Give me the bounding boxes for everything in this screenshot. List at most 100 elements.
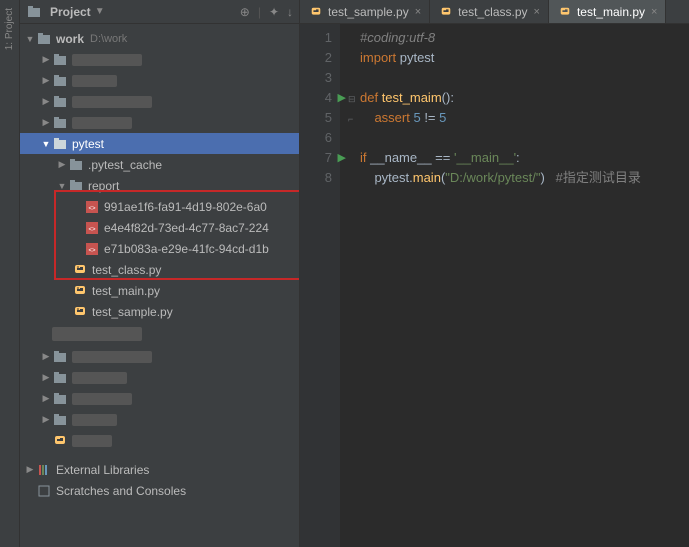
html-icon: <> (84, 220, 100, 236)
collapse-arrow-icon[interactable]: ▶ (40, 393, 52, 404)
tree-folder[interactable]: ▶ (20, 49, 299, 70)
file-label: e4e4f82d-73ed-4c77-8ac7-224 (104, 221, 269, 235)
tab-label: test_sample.py (328, 5, 409, 19)
line-number: 2 (300, 48, 332, 68)
strip-index: 1: Project (4, 8, 15, 50)
tree-folder-cache[interactable]: ▶ .pytest_cache (20, 154, 299, 175)
tree-file-py[interactable]: test_main.py (20, 280, 299, 301)
project-tree[interactable]: ▼ work D:\work ▶ ▶ ▶ ▶ ▼ pytest ▶ .pytes… (20, 24, 299, 547)
close-icon[interactable]: × (651, 6, 657, 18)
folder-icon (52, 391, 68, 407)
collapse-arrow-icon[interactable]: ▶ (40, 75, 52, 86)
collapse-arrow-icon[interactable]: ▶ (56, 159, 68, 170)
tree-file-html[interactable]: <> e71b083a-e29e-41fc-94cd-d1b (20, 238, 299, 259)
scratch-icon (36, 483, 52, 499)
tab-test-main[interactable]: test_main.py × (549, 0, 666, 23)
code-line (360, 68, 689, 88)
tree-folder[interactable]: ▶ (20, 70, 299, 91)
editor-tabs: test_sample.py × test_class.py × test_ma… (300, 0, 689, 24)
code-editor[interactable]: 1 2 3 4▶ 5 6 7▶ 8 #coding:utf-8 import p… (300, 24, 689, 547)
collapse-arrow-icon[interactable]: ▶ (40, 54, 52, 65)
blurred-label (72, 96, 152, 108)
tree-folder[interactable]: ▶ (20, 346, 299, 367)
tab-label: test_class.py (458, 5, 527, 19)
html-icon: <> (84, 241, 100, 257)
fold-end-icon[interactable]: ⌐ (348, 109, 360, 129)
folder-icon (52, 136, 68, 152)
tree-file[interactable] (20, 430, 299, 451)
expand-arrow-icon[interactable]: ▼ (56, 181, 68, 191)
folder-icon (52, 115, 68, 131)
collapse-arrow-icon[interactable]: ▶ (40, 351, 52, 362)
tool-window-strip[interactable]: 1: Project (0, 0, 20, 547)
expand-arrow-icon[interactable]: ▼ (40, 139, 52, 149)
tree-folder-pytest[interactable]: ▼ pytest (20, 133, 299, 154)
tree-folder[interactable]: ▶ (20, 112, 299, 133)
blurred-label (52, 327, 142, 341)
folder-icon (68, 157, 84, 173)
scratches-label: Scratches and Consoles (56, 484, 186, 498)
sidebar-title: Project (50, 5, 91, 19)
tab-test-sample[interactable]: test_sample.py × (300, 0, 430, 23)
code-line: #coding:utf-8 (360, 28, 689, 48)
line-number: 1 (300, 28, 332, 48)
tree-root[interactable]: ▼ work D:\work (20, 28, 299, 49)
file-label: 991ae1f6-fa91-4d19-802e-6a0 (104, 200, 267, 214)
python-icon (72, 304, 88, 320)
chevron-down-icon[interactable]: ▼ (95, 6, 105, 17)
blurred-label (72, 372, 127, 384)
code-line: if __name__ == '__main__': (360, 148, 689, 168)
blurred-label (72, 393, 132, 405)
line-number: 7▶ (300, 148, 332, 168)
code-line: ⌐ assert 5 != 5 (360, 108, 689, 128)
python-icon (438, 4, 454, 20)
tree-external-libs[interactable]: ▶ External Libraries (20, 459, 299, 480)
tab-label: test_main.py (577, 5, 645, 19)
run-gutter-icon[interactable]: ▶ (338, 88, 346, 108)
folder-icon (52, 412, 68, 428)
collapse-arrow-icon[interactable]: ▶ (40, 117, 52, 128)
tree-file-html[interactable]: <> e4e4f82d-73ed-4c77-8ac7-224 (20, 217, 299, 238)
tree-folder[interactable]: ▶ (20, 367, 299, 388)
folder-icon (68, 178, 84, 194)
blurred-label (72, 351, 152, 363)
file-label: test_sample.py (92, 305, 173, 319)
tree-folder-report[interactable]: ▼ report (20, 175, 299, 196)
python-icon (308, 4, 324, 20)
line-number: 8 (300, 168, 332, 188)
tree-folder[interactable]: ▶ (20, 409, 299, 430)
tree-scratches[interactable]: Scratches and Consoles (20, 480, 299, 501)
run-gutter-icon[interactable]: ▶ (338, 148, 346, 168)
python-icon (72, 283, 88, 299)
collapse-arrow-icon[interactable]: ▶ (24, 464, 36, 475)
external-label: External Libraries (56, 463, 149, 477)
tree-folder[interactable]: ▶ (20, 91, 299, 112)
hide-icon[interactable]: ↓ (287, 5, 293, 19)
library-icon (36, 462, 52, 478)
gear-icon[interactable]: ✦ (269, 5, 279, 19)
collapse-arrow-icon[interactable]: ▶ (40, 414, 52, 425)
collapse-icon[interactable]: ⊕ (240, 5, 250, 19)
collapse-arrow-icon[interactable]: ▶ (40, 96, 52, 107)
file-label: test_class.py (92, 263, 161, 277)
tree-file-py[interactable]: test_class.py (20, 259, 299, 280)
editor-area: test_sample.py × test_class.py × test_ma… (300, 0, 689, 547)
divider: | (258, 5, 261, 19)
gutter[interactable]: 1 2 3 4▶ 5 6 7▶ 8 (300, 24, 340, 547)
tab-test-class[interactable]: test_class.py × (430, 0, 549, 23)
blurred-label (72, 435, 112, 447)
tree-folder[interactable]: ▶ (20, 388, 299, 409)
collapse-arrow-icon[interactable]: ▶ (40, 372, 52, 383)
close-icon[interactable]: × (534, 6, 540, 18)
blurred-label (72, 75, 117, 87)
folder-icon (52, 370, 68, 386)
folder-icon (52, 94, 68, 110)
expand-arrow-icon[interactable]: ▼ (24, 34, 36, 44)
close-icon[interactable]: × (415, 6, 421, 18)
code-content[interactable]: #coding:utf-8 import pytest ⊟def test_ma… (340, 24, 689, 547)
fold-icon[interactable]: ⊟ (348, 89, 360, 109)
tree-file-html[interactable]: <> 991ae1f6-fa91-4d19-802e-6a0 (20, 196, 299, 217)
tree-folder[interactable] (20, 322, 299, 346)
tree-file-py[interactable]: test_sample.py (20, 301, 299, 322)
folder-icon (52, 52, 68, 68)
